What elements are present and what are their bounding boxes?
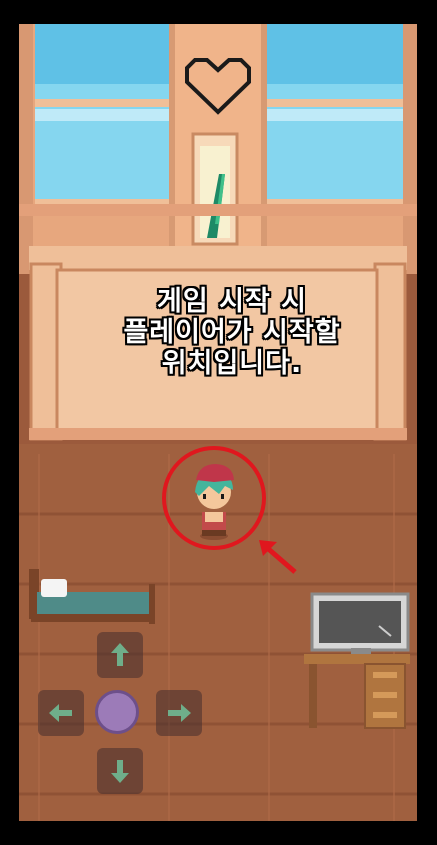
arrow-down-icon (111, 760, 129, 783)
arrow-right-icon (168, 704, 191, 722)
dpad-down-button[interactable] (97, 748, 143, 794)
dpad-left-button[interactable] (38, 690, 84, 736)
caption-line: 게임 시작 시 (157, 286, 307, 317)
dpad-right-button[interactable] (156, 690, 202, 736)
caption-line: 플레이어가 시작할 (123, 317, 341, 348)
dpad-up-button[interactable] (97, 632, 143, 678)
start-position-caption: 게임 시작 시 플레이어가 시작할 위치입니다. (57, 286, 407, 379)
dpad-center-button[interactable] (95, 690, 139, 734)
caption-line: 위치입니다. (161, 348, 303, 379)
arrow-left-icon (49, 704, 72, 722)
arrow-up-icon (111, 643, 129, 666)
